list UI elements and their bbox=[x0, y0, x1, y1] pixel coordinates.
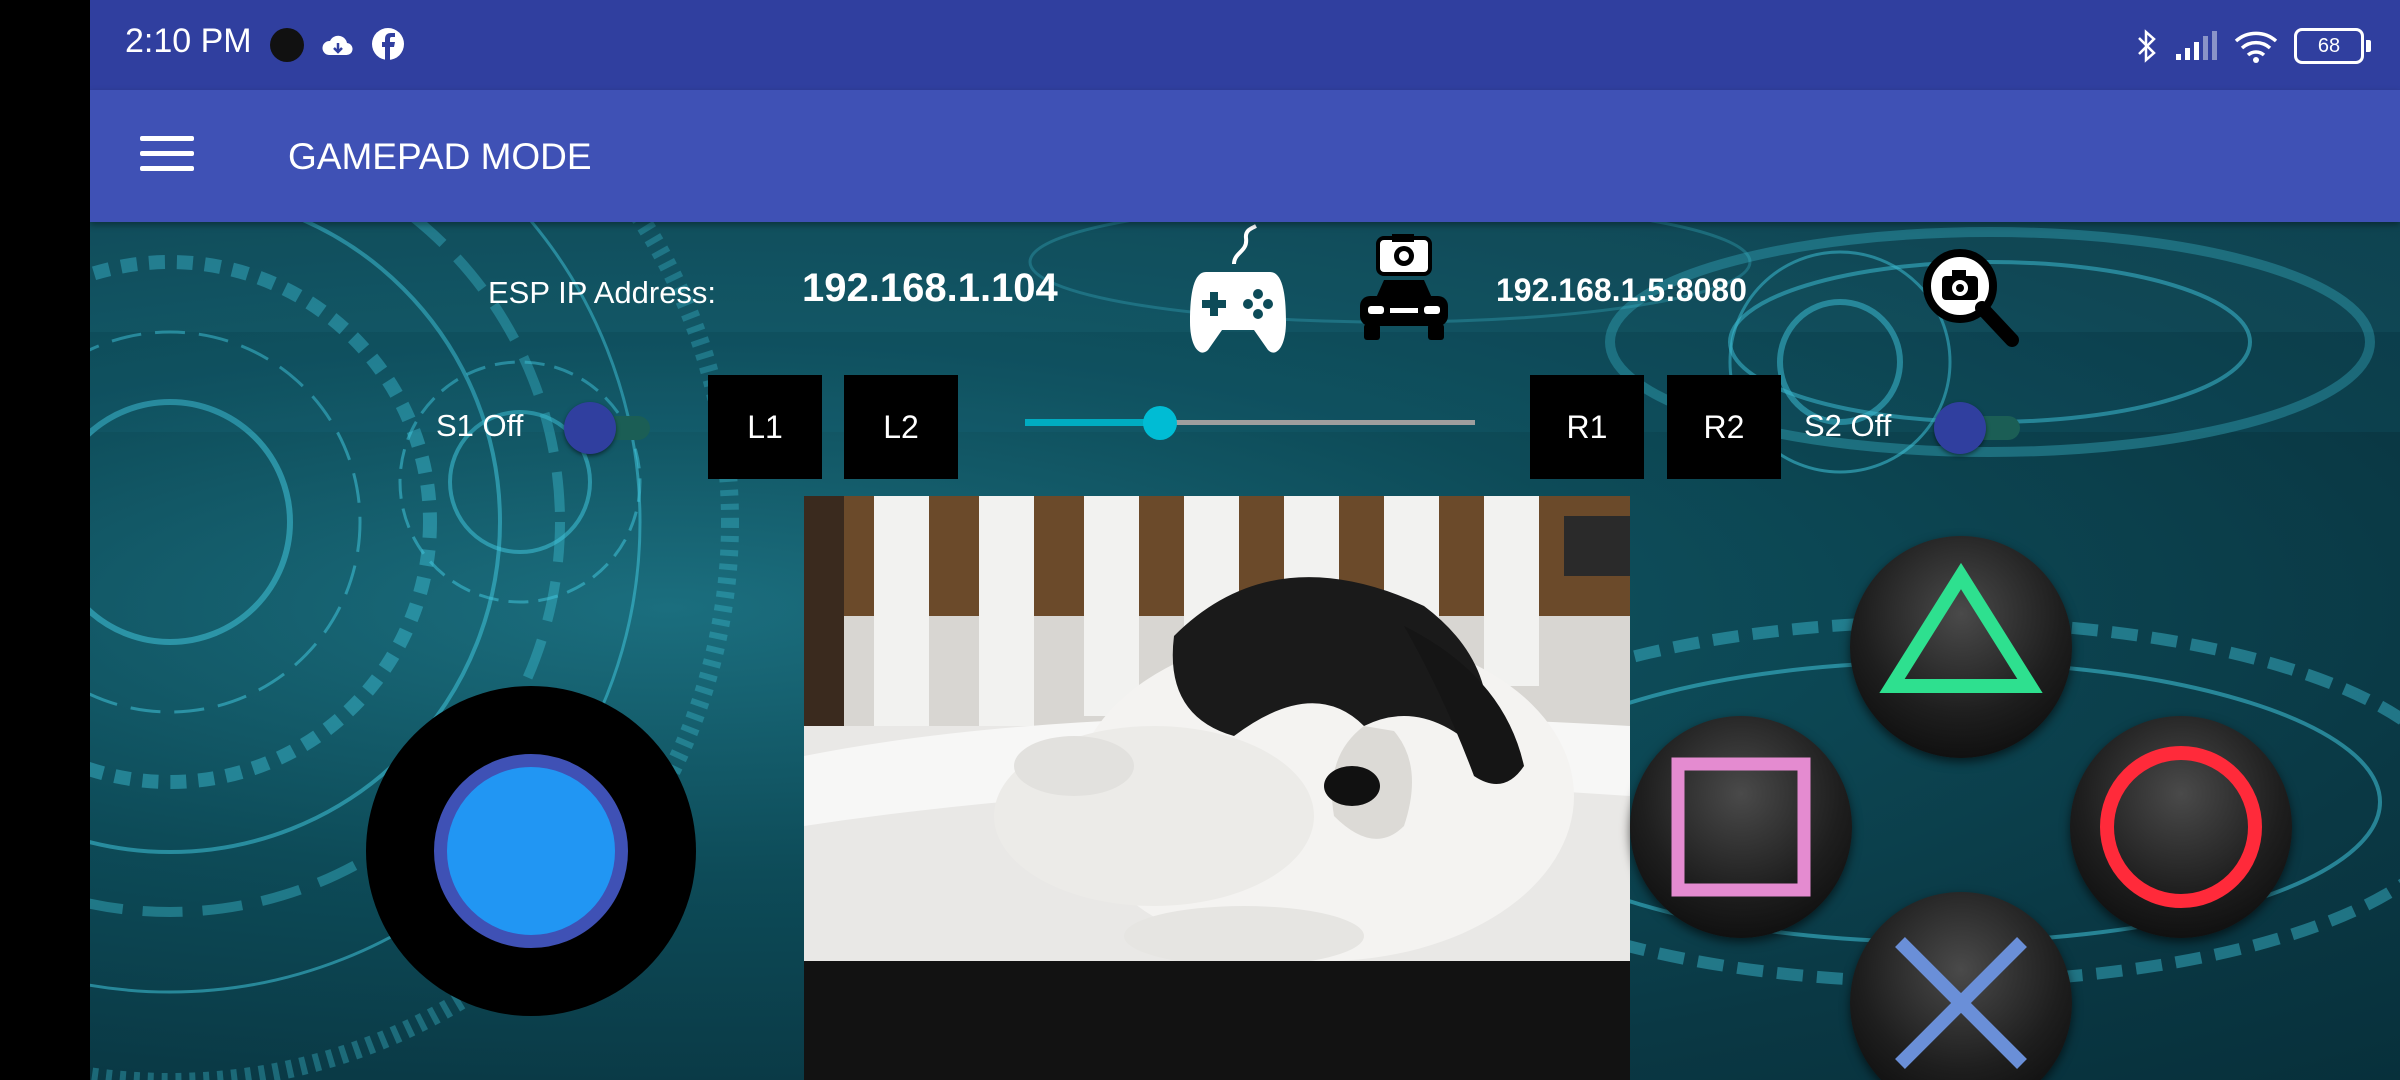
s1-label: S1 Off bbox=[436, 408, 524, 443]
s2-switch[interactable] bbox=[1934, 402, 2030, 454]
app-window: 2:10 PM 68 GAMEPAD MODE ESP IP Address: … bbox=[90, 0, 2400, 1080]
triangle-button[interactable] bbox=[1850, 536, 2072, 758]
gamepad-icon[interactable] bbox=[1188, 222, 1288, 362]
speed-slider[interactable] bbox=[1015, 402, 1483, 442]
status-right-icons: 68 bbox=[2136, 26, 2371, 66]
camera-feed bbox=[804, 496, 1630, 1080]
facebook-icon bbox=[372, 28, 404, 60]
camera-address: 192.168.1.5:8080 bbox=[1496, 272, 1747, 308]
joystick[interactable] bbox=[366, 686, 696, 1016]
signal-icon bbox=[2176, 31, 2217, 60]
joystick-knob[interactable] bbox=[434, 754, 628, 948]
bluetooth-icon bbox=[2138, 29, 2156, 63]
screen-cutout bbox=[0, 0, 90, 1080]
esp-ip-value: 192.168.1.104 bbox=[802, 266, 1058, 310]
dot-icon bbox=[270, 28, 304, 62]
s2-switch-thumb bbox=[1934, 402, 1986, 454]
slider-fill bbox=[1025, 419, 1160, 426]
s2-label: S2 Off bbox=[1804, 408, 1892, 443]
square-button[interactable] bbox=[1630, 716, 1852, 938]
slider-knob[interactable] bbox=[1143, 406, 1177, 440]
triangle-icon bbox=[1879, 562, 2043, 693]
gamepad-area: ESP IP Address: 192.168.1.104 192.168.1.… bbox=[90, 222, 2400, 1080]
l2-button[interactable]: L2 bbox=[844, 375, 958, 479]
toolbar: GAMEPAD MODE bbox=[90, 90, 2400, 222]
circle-button[interactable] bbox=[2070, 716, 2292, 938]
cross-icon bbox=[1895, 937, 2027, 1069]
s1-switch-thumb bbox=[564, 402, 616, 454]
cloud-icon bbox=[322, 35, 353, 56]
esp-ip-label: ESP IP Address: bbox=[488, 275, 717, 310]
wifi-icon bbox=[2234, 31, 2278, 63]
car-camera-icon[interactable] bbox=[1352, 234, 1456, 350]
hamburger-icon[interactable] bbox=[140, 130, 194, 180]
r2-button[interactable]: R2 bbox=[1667, 375, 1781, 479]
battery-indicator: 68 bbox=[2294, 28, 2371, 64]
camera-feed-image bbox=[804, 496, 1630, 1080]
square-icon bbox=[1671, 757, 1811, 897]
camera-search-icon[interactable] bbox=[1920, 246, 2020, 350]
l1-button[interactable]: L1 bbox=[708, 375, 822, 479]
cross-button[interactable] bbox=[1850, 892, 2072, 1080]
status-time: 2:10 PM bbox=[125, 22, 252, 60]
page-title: GAMEPAD MODE bbox=[288, 136, 592, 177]
s1-switch[interactable] bbox=[564, 402, 660, 454]
circle-icon bbox=[2100, 746, 2262, 908]
status-bar: 2:10 PM 68 bbox=[90, 0, 2400, 90]
r1-button[interactable]: R1 bbox=[1530, 375, 1644, 479]
